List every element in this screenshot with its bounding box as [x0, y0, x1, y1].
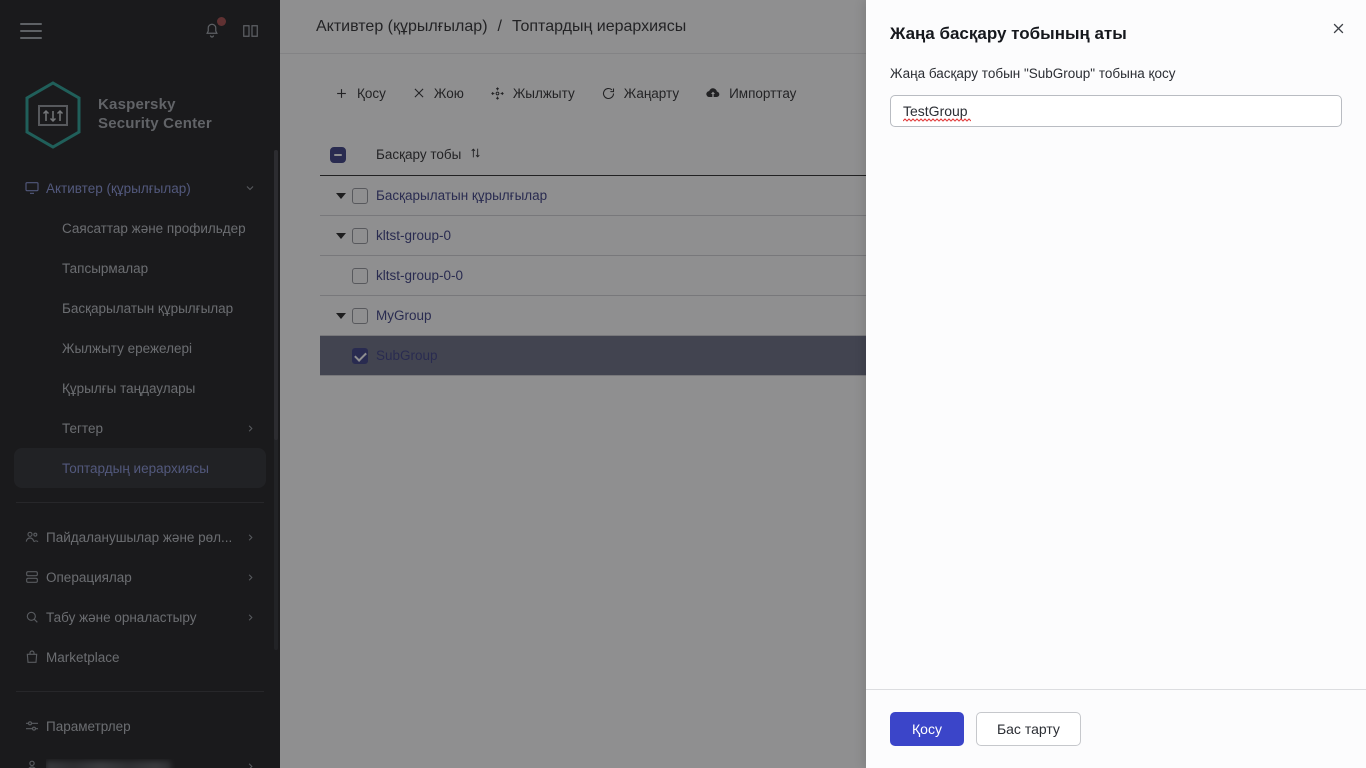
close-icon[interactable] [1324, 14, 1352, 42]
dialog-footer: Қосу Бас тарту [866, 689, 1366, 768]
application-window: Kaspersky Security Center Активтер (құры… [0, 0, 1366, 768]
group-name-input[interactable] [890, 95, 1342, 127]
confirm-add-button[interactable]: Қосу [890, 712, 964, 746]
dialog-description: Жаңа басқару тобын "SubGroup" тобына қос… [890, 66, 1342, 81]
new-group-dialog: Жаңа басқару тобының аты Жаңа басқару то… [866, 0, 1366, 768]
cancel-button[interactable]: Бас тарту [976, 712, 1081, 746]
dialog-body: Жаңа басқару тобының аты Жаңа басқару то… [866, 0, 1366, 689]
group-name-input-wrapper [890, 95, 1342, 127]
dialog-title: Жаңа басқару тобының аты [890, 24, 1342, 44]
modal-overlay[interactable] [0, 0, 866, 768]
